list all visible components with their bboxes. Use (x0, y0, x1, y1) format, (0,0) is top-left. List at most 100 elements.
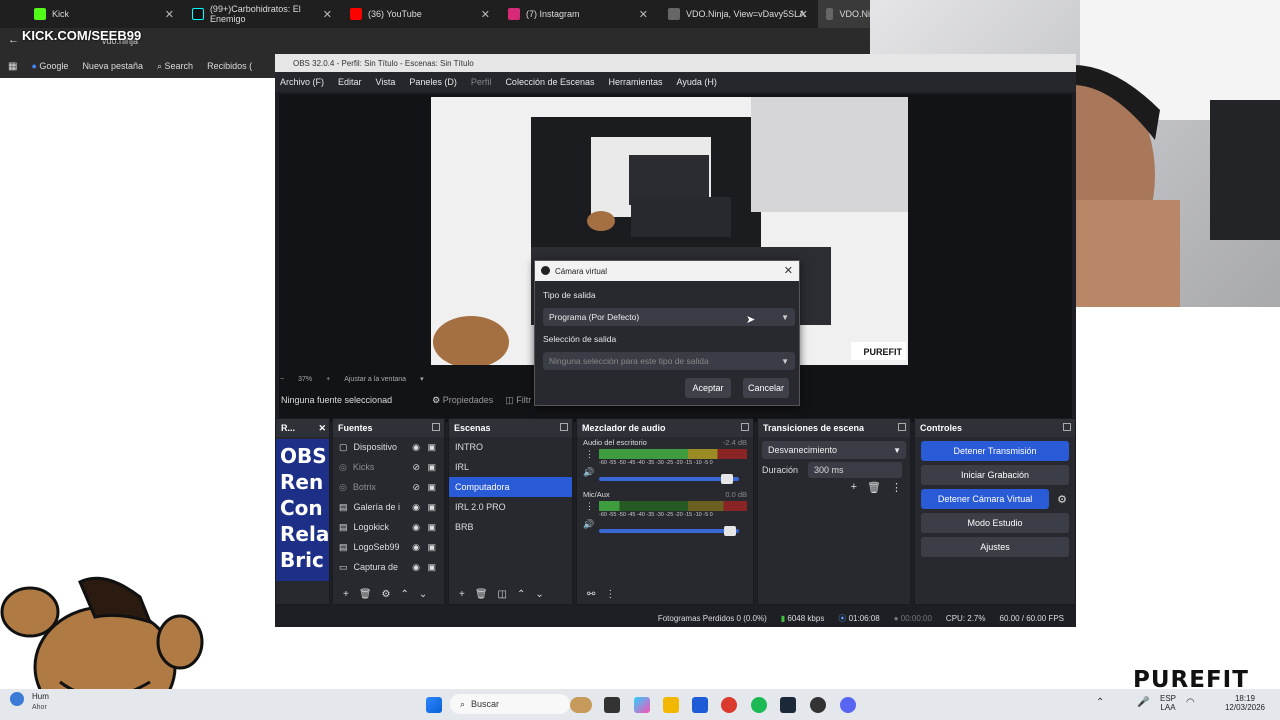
browser-tab-vdoninja-active[interactable]: VDO.Ni (818, 0, 870, 28)
source-item[interactable]: ▤ Galería de i ◉ ▣ (333, 497, 444, 517)
menu-scene-collection[interactable]: Colección de Escenas (505, 77, 594, 87)
more-options-icon[interactable]: ⋮ (585, 449, 594, 460)
source-item[interactable]: ◎ Kicks ⊘ ▣ (333, 457, 444, 477)
start-recording-button[interactable]: Iniciar Grabación (921, 465, 1069, 485)
source-item[interactable]: ▢ Dispositivo ◉ ▣ (333, 437, 444, 457)
lock-icon[interactable]: ▣ (427, 542, 436, 553)
close-tab-icon[interactable]: ✕ (639, 8, 648, 21)
menu-docks[interactable]: Paneles (D) (409, 77, 457, 87)
steam-icon[interactable] (780, 697, 796, 713)
zoom-out-icon[interactable]: − (280, 376, 284, 383)
source-item[interactable]: ▭ Captura de ◉ ▣ (333, 557, 444, 577)
add-icon[interactable]: + (459, 589, 465, 600)
gear-icon[interactable]: ⚙ (382, 589, 391, 600)
stop-streaming-button[interactable]: Detener Transmisión (921, 441, 1069, 461)
browser-tab-vdoninja[interactable]: VDO.Ninja, View=vDavy5SLA ✕ (660, 0, 814, 28)
more-options-icon[interactable]: ⋮ (605, 589, 615, 600)
source-item[interactable]: ▤ Logokick ◉ ▣ (333, 517, 444, 537)
dock-float-icon[interactable] (560, 423, 568, 431)
menu-file[interactable]: Archivo (F) (280, 77, 324, 87)
clock[interactable]: 18:19 12/03/2026 (1220, 694, 1270, 712)
transition-select[interactable]: Desvanecimiento ▼ (762, 441, 906, 459)
more-options-icon[interactable]: ⋮ (585, 501, 594, 512)
eye-icon[interactable]: ◉ (412, 522, 420, 533)
volume-slider[interactable] (599, 474, 739, 484)
microphone-icon[interactable]: 🎤 (1137, 697, 1149, 708)
filter-icon[interactable]: ◫ (498, 589, 507, 600)
add-icon[interactable]: + (851, 481, 857, 494)
eye-icon[interactable]: ◉ (412, 562, 420, 573)
move-up-icon[interactable]: ⌃ (517, 589, 525, 600)
browser-tab-instagram[interactable]: (7) Instagram ✕ (500, 0, 654, 28)
eye-off-icon[interactable]: ⊘ (412, 482, 420, 493)
lock-icon[interactable]: ▣ (427, 482, 436, 493)
move-down-icon[interactable]: ⌄ (535, 589, 543, 600)
chevron-down-icon[interactable]: ▾ (420, 375, 424, 383)
bookmark-google[interactable]: ● Google (31, 61, 68, 71)
move-up-icon[interactable]: ⌃ (401, 589, 409, 600)
zoom-in-icon[interactable]: + (326, 376, 330, 383)
close-icon[interactable]: ✕ (318, 423, 326, 434)
stop-virtual-camera-button[interactable]: Detener Cámara Virtual (921, 489, 1050, 509)
browser-tab-youtube[interactable]: (36) YouTube ✕ (342, 0, 496, 28)
browser-tab-tiktok[interactable]: (99+)Carbohidratos: El Enemigo ✕ (184, 0, 338, 28)
more-options-icon[interactable]: ⋮ (891, 481, 902, 494)
volume-slider-knob[interactable] (721, 474, 734, 484)
lock-icon[interactable]: ▣ (427, 522, 436, 533)
menu-tools[interactable]: Herramientas (609, 77, 663, 87)
link-icon[interactable]: ⚯ (587, 589, 595, 600)
speaker-icon[interactable]: 🔊 (583, 467, 594, 478)
lock-icon[interactable]: ▣ (427, 502, 436, 513)
bookmark-search[interactable]: ⌕ Search (157, 61, 193, 72)
settings-button[interactable]: Ajustes (921, 537, 1069, 557)
scene-item[interactable]: IRL (449, 457, 572, 477)
trash-icon[interactable]: 🗑 (475, 589, 488, 600)
obs-taskbar-icon[interactable] (810, 697, 826, 713)
menu-profile[interactable]: Perfil (471, 77, 492, 87)
spotify-icon[interactable] (751, 697, 767, 713)
studio-mode-button[interactable]: Modo Estudio (921, 513, 1069, 533)
weather-icon[interactable] (10, 692, 24, 706)
fit-to-window-label[interactable]: Ajustar a la ventana (344, 376, 406, 383)
taskbar-search[interactable]: ⌕ Buscar (450, 694, 570, 714)
close-icon[interactable]: ✕ (784, 264, 793, 277)
dock-float-icon[interactable] (432, 423, 440, 431)
store-icon[interactable] (692, 697, 708, 713)
gear-icon[interactable]: ⚙ (1057, 493, 1067, 506)
close-tab-icon[interactable]: ✕ (799, 8, 808, 21)
output-type-select[interactable]: Programa (Por Defecto) ▼ (543, 308, 795, 326)
bookmark-new-tab[interactable]: Nueva pestaña (82, 61, 143, 71)
dock-float-icon[interactable] (898, 423, 906, 431)
lock-icon[interactable]: ▣ (427, 562, 436, 573)
wifi-icon[interactable]: ◠ (1186, 697, 1195, 708)
accept-button[interactable]: Aceptar (685, 378, 731, 398)
lock-icon[interactable]: ▣ (427, 442, 436, 453)
move-down-icon[interactable]: ⌄ (419, 589, 427, 600)
speaker-icon[interactable]: 🔊 (583, 519, 594, 530)
filters-button[interactable]: ◫ Filtr (505, 395, 531, 406)
back-arrow-icon[interactable]: ← (8, 34, 19, 46)
dock-float-icon[interactable] (1063, 423, 1071, 431)
eye-icon[interactable]: ◉ (412, 502, 420, 513)
apps-grid-icon[interactable]: ▦ (8, 61, 17, 72)
source-item[interactable]: ▤ LogoSeb99 ◉ ▣ (333, 537, 444, 557)
menu-help[interactable]: Ayuda (H) (677, 77, 717, 87)
source-item[interactable]: ◎ Botrix ⊘ ▣ (333, 477, 444, 497)
close-tab-icon[interactable]: ✕ (323, 8, 332, 21)
menu-view[interactable]: Vista (376, 77, 396, 87)
close-tab-icon[interactable]: ✕ (165, 8, 174, 21)
language-indicator[interactable]: ESP LAA (1156, 694, 1180, 712)
eye-icon[interactable]: ◉ (412, 442, 420, 453)
discord-icon[interactable] (840, 697, 856, 713)
add-icon[interactable]: + (343, 589, 349, 600)
bookmark-inbox[interactable]: Recibidos ( (207, 61, 252, 71)
windows-start-icon[interactable] (426, 697, 442, 713)
copilot-icon[interactable] (634, 697, 650, 713)
eye-off-icon[interactable]: ⊘ (412, 462, 420, 473)
properties-button[interactable]: ⚙ Propiedades (432, 395, 493, 406)
chevron-up-icon[interactable]: ⌃ (1096, 697, 1104, 708)
dock-float-icon[interactable] (741, 423, 749, 431)
scene-item[interactable]: IRL 2.0 PRO (449, 497, 572, 517)
file-explorer-icon[interactable] (663, 697, 679, 713)
volume-slider[interactable] (599, 526, 739, 536)
